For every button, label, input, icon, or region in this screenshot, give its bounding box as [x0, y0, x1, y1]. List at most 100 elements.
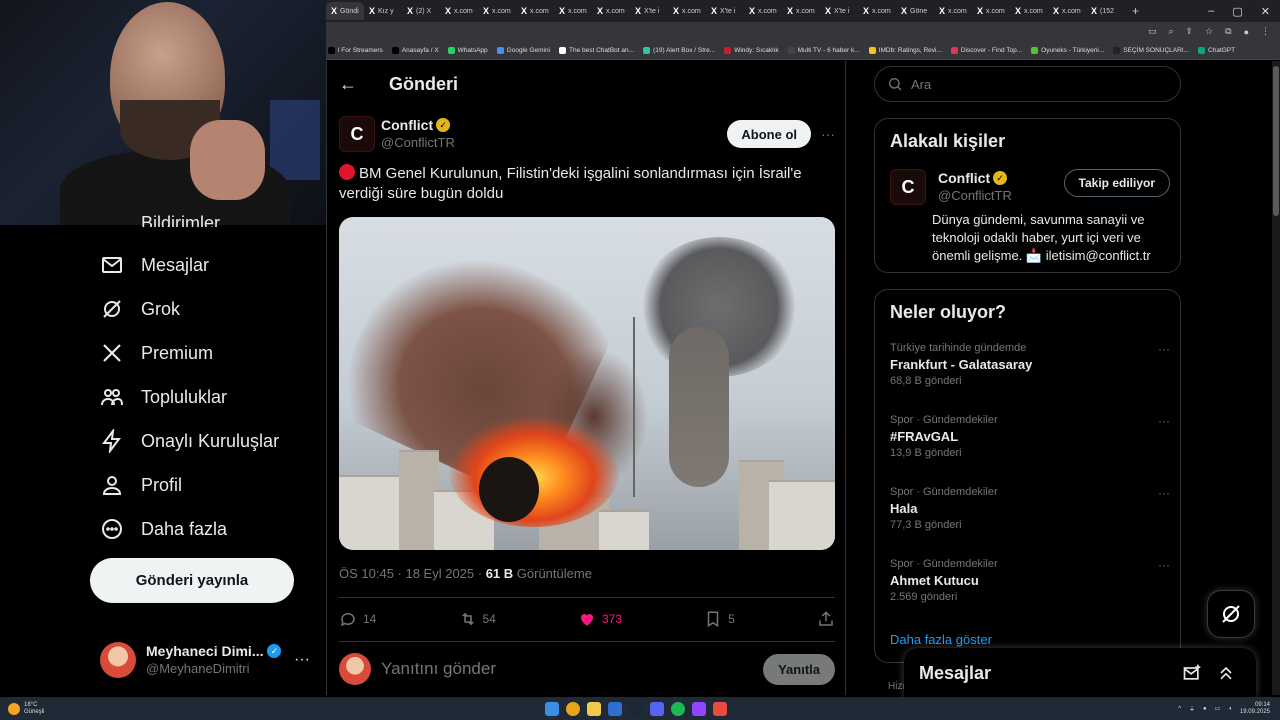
browser-tab[interactable]: Xx.com	[744, 2, 782, 20]
sidebar-item-communities[interactable]: Topluluklar	[100, 385, 227, 409]
browser-tab[interactable]: X Göne	[896, 2, 934, 20]
browser-tab[interactable]: Xx.com	[972, 2, 1010, 20]
volume-icon[interactable]: ◖	[1228, 706, 1232, 712]
sidebar-item-profile[interactable]: Profil	[100, 473, 182, 497]
account-more-icon[interactable]: ···	[294, 651, 310, 669]
trend-more-icon[interactable]: ···	[1158, 414, 1170, 428]
messages-drawer[interactable]: Mesajlar	[904, 648, 1256, 698]
bookmark-star-icon[interactable]: ☆	[1205, 26, 1213, 37]
share-icon[interactable]: ⇪	[1186, 26, 1194, 37]
profile-icon[interactable]: ●	[1244, 27, 1249, 37]
browser-tab[interactable]: Xx.com	[668, 2, 706, 20]
weather-widget[interactable]: 18°C Güneşli	[0, 702, 44, 716]
search-input[interactable]	[911, 76, 1161, 92]
bookmark-item[interactable]: l For Streamers	[328, 46, 383, 54]
bookmark-item[interactable]: SEÇİM SONUÇLARI...	[1113, 46, 1189, 54]
bookmark-item[interactable]: (19) Alert Box / Stre...	[643, 46, 715, 54]
sidebar-item-premium[interactable]: Premium	[100, 341, 213, 365]
post-image[interactable]	[339, 217, 835, 550]
browser-tab[interactable]: Xx.com	[478, 2, 516, 20]
related-person[interactable]: C Conflict ✓ @ConflictTR Takip ediliyor D…	[890, 169, 1170, 265]
footer-link[interactable]: Hizı	[888, 681, 905, 692]
trend-more-icon[interactable]: ···	[1158, 486, 1170, 500]
minimize-icon[interactable]: –	[1208, 5, 1214, 18]
new-message-icon[interactable]	[1182, 663, 1202, 683]
show-more-link[interactable]: Daha fazla göster	[890, 632, 992, 647]
sidebar-item-verified-orgs[interactable]: Onaylı Kuruluşlar	[100, 429, 279, 453]
bookmark-item[interactable]: The best ChatBot an...	[559, 46, 634, 54]
post-time[interactable]: ÖS 10:45 · 18 Eyl 2025 ·	[339, 566, 486, 581]
author-avatar[interactable]: C	[339, 116, 375, 152]
bookmark-item[interactable]: ChatGPT	[1198, 46, 1235, 54]
sidebar-item-more[interactable]: Daha fazla	[100, 517, 227, 541]
related-name[interactable]: Conflict	[938, 169, 990, 187]
cast-icon[interactable]: ▭	[1148, 26, 1157, 37]
trend-item[interactable]: Türkiye tarihinde gündemde Frankfurt - G…	[890, 342, 1170, 387]
bookmark-item[interactable]: WhatsApp	[447, 46, 488, 54]
trend-item[interactable]: Spor · Gündemdekiler Hala 77,3 B gönderi…	[890, 486, 1170, 531]
close-icon[interactable]: ✕	[1261, 5, 1270, 18]
browser-tab[interactable]: Xx.com	[858, 2, 896, 20]
browser-tab[interactable]: X X'te i	[706, 2, 744, 20]
chevron-up-icon[interactable]: ^	[1178, 706, 1181, 712]
maximize-icon[interactable]: ▢	[1232, 5, 1242, 18]
browser-tab[interactable]: Xx.com	[782, 2, 820, 20]
sidebar-item-messages[interactable]: Mesajlar	[100, 253, 209, 277]
back-arrow-icon[interactable]: ←	[339, 74, 359, 95]
bookmark-item[interactable]: IMDb: Ratings, Revi...	[868, 46, 942, 54]
share-action[interactable]	[817, 610, 835, 628]
sidebar-item-notifications[interactable]: Bildirimler	[100, 213, 220, 227]
reply-action[interactable]: 14	[339, 610, 376, 628]
expand-chevron-icon[interactable]	[1216, 663, 1236, 683]
bookmark-item[interactable]: Discover - Find Top...	[950, 46, 1022, 54]
zoom-icon[interactable]: ⌕	[1168, 26, 1173, 37]
post-button[interactable]: Gönderi yayınla	[90, 558, 294, 603]
clock[interactable]: 09:14 19.09.2025	[1240, 702, 1270, 716]
bookmark-item[interactable]: Anasayfa / X	[391, 46, 439, 54]
browser-tab[interactable]: Xx.com	[1048, 2, 1086, 20]
browser-tab[interactable]: Xx.com	[592, 2, 630, 20]
browser-tab[interactable]: Xx.com	[1010, 2, 1048, 20]
spotify-icon[interactable]	[671, 701, 685, 716]
app-icon[interactable]	[713, 701, 727, 716]
account-switcher[interactable]: Meyhaneci Dimi... ✓ @MeyhaneDimitri ···	[100, 635, 310, 685]
trend-more-icon[interactable]: ···	[1158, 342, 1170, 356]
extensions-icon[interactable]: ⧉	[1225, 26, 1231, 37]
related-avatar[interactable]: C	[890, 169, 926, 205]
trend-item[interactable]: Spor · Gündemdekiler Ahmet Kutucu 2.569 …	[890, 558, 1170, 603]
bookmark-action[interactable]: 5	[704, 610, 735, 628]
browser-tab[interactable]: X (2) X	[402, 2, 440, 20]
bookmark-item[interactable]: Oyuneks - Türkiyeni...	[1031, 46, 1104, 54]
post-more-icon[interactable]: ···	[821, 126, 835, 142]
sidebar-item-grok[interactable]: Grok	[100, 297, 180, 321]
windows-start-icon[interactable]	[545, 701, 559, 716]
bookmark-item[interactable]: Google Gemini	[496, 46, 550, 54]
scrollbar[interactable]	[1272, 61, 1280, 695]
trend-more-icon[interactable]: ···	[1158, 558, 1170, 572]
browser-tab[interactable]: X X'te i	[820, 2, 858, 20]
chrome-icon[interactable]	[566, 701, 580, 716]
author-handle[interactable]: @ConflictTR	[381, 134, 455, 152]
steam-icon[interactable]	[629, 701, 643, 716]
browser-tab[interactable]: X (152	[1086, 2, 1124, 20]
discord-icon[interactable]	[650, 701, 664, 716]
bookmark-item[interactable]: Multi TV - 6 haber k...	[787, 46, 860, 54]
following-button[interactable]: Takip ediliyor	[1063, 169, 1170, 197]
twitch-icon[interactable]	[692, 701, 706, 716]
app-icon[interactable]	[608, 701, 622, 716]
browser-tab[interactable]: X X'te i	[630, 2, 668, 20]
trend-item[interactable]: Spor · Gündemdekiler #FRAvGAL 13,9 B gön…	[890, 414, 1170, 459]
new-tab-button[interactable]: +	[1124, 4, 1147, 18]
related-handle[interactable]: @ConflictTR	[938, 187, 1012, 205]
reply-input[interactable]	[381, 659, 751, 679]
browser-tab[interactable]: Xx.com	[554, 2, 592, 20]
network-icon[interactable]: ▭	[1215, 705, 1221, 712]
mic-icon[interactable]: ●	[1203, 706, 1207, 712]
file-explorer-icon[interactable]	[587, 701, 601, 716]
browser-tab[interactable]: X Göndi	[326, 2, 364, 20]
like-action[interactable]: 373	[578, 610, 622, 628]
browser-tab[interactable]: Xx.com	[934, 2, 972, 20]
grok-float-button[interactable]	[1207, 590, 1255, 638]
usb-icon[interactable]: ⏚	[1189, 704, 1195, 713]
browser-tab[interactable]: X Kız y	[364, 2, 402, 20]
